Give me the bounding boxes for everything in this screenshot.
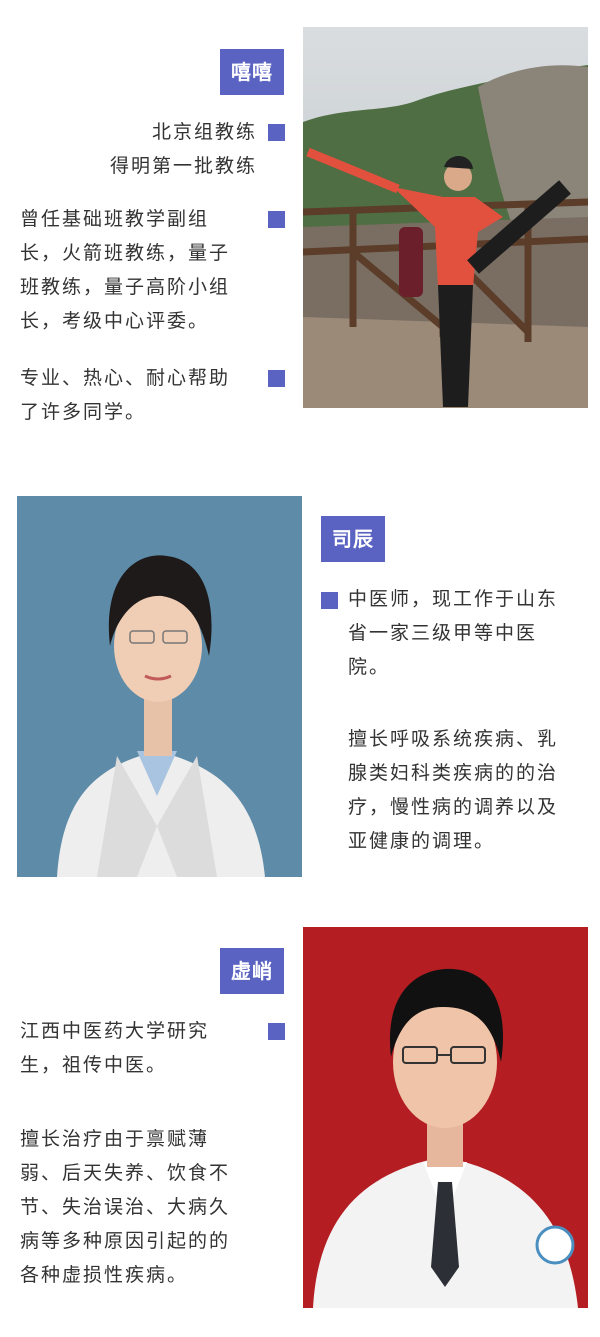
profile-2-paragraph-2: 擅长呼吸系统疾病、乳 腺类妇科类疾病的的治 疗，慢性病的调养以及 亚健康的调理。 bbox=[348, 722, 586, 858]
text-line: 疗，慢性病的调养以及 bbox=[348, 796, 559, 818]
text-line: 专业、热心、耐心帮助 bbox=[20, 367, 231, 389]
text-line: 江西中医药大学研究 bbox=[20, 1020, 210, 1042]
text-line: 擅长治疗由于禀赋薄 bbox=[20, 1128, 210, 1150]
profile-2-paragraph-1: 中医师，现工作于山东 省一家三级甲等中医 院。 bbox=[348, 582, 586, 684]
bullet-square bbox=[321, 592, 338, 609]
text-line: 长，考级中心评委。 bbox=[20, 310, 210, 332]
profile-card-2: 司辰 中医师，现工作于山东 省一家三级甲等中医 院。 擅长呼吸系统疾病、乳 腺类… bbox=[0, 480, 600, 900]
bullet-square bbox=[268, 124, 285, 141]
bullet-square bbox=[268, 1023, 285, 1040]
text-line: 弱、后天失养、饮食不 bbox=[20, 1162, 231, 1184]
text-line: 生，祖传中医。 bbox=[20, 1054, 168, 1076]
text-line: 院。 bbox=[348, 656, 391, 678]
portrait-image bbox=[17, 496, 302, 877]
text-line: 节、失治误治、大病久 bbox=[20, 1196, 231, 1218]
bullet-square bbox=[268, 370, 285, 387]
text-line: 腺类妇科类疾病的的治 bbox=[348, 762, 559, 784]
text-line: 班教练，量子高阶小组 bbox=[20, 276, 231, 298]
portrait-image bbox=[303, 927, 588, 1308]
profile-1-paragraph-2: 曾任基础班教学副组 长，火箭班教练，量子 班教练，量子高阶小组 长，考级中心评委… bbox=[20, 202, 264, 338]
text-line: 曾任基础班教学副组 bbox=[20, 208, 210, 230]
text-line: 长，火箭班教练，量子 bbox=[20, 242, 231, 264]
profile-1-paragraph-3: 专业、热心、耐心帮助 了许多同学。 bbox=[20, 361, 264, 429]
name-tag-2: 司辰 bbox=[321, 516, 385, 562]
profile-3-paragraph-2: 擅长治疗由于禀赋薄 弱、后天失养、饮食不 节、失治误治、大病久 病等多种原因引起… bbox=[20, 1122, 264, 1292]
profile-1-paragraph-1: 北京组教练 得明第一批教练 bbox=[20, 115, 257, 183]
profile-photo-1 bbox=[303, 27, 588, 408]
text-line: 亚健康的调理。 bbox=[348, 830, 496, 852]
text-line: 北京组教练 bbox=[151, 121, 257, 143]
profile-photo-2 bbox=[17, 496, 302, 877]
profile-3-paragraph-1: 江西中医药大学研究 生，祖传中医。 bbox=[20, 1014, 260, 1082]
bullet-square bbox=[268, 211, 285, 228]
text-line: 中医师，现工作于山东 bbox=[348, 588, 559, 610]
text-line: 得明第一批教练 bbox=[109, 155, 257, 177]
mountain-scene-image bbox=[303, 27, 588, 408]
profile-card-3: 虚峭 江西中医药大学研究 生，祖传中医。 擅长治疗由于禀赋薄 弱、后天失养、饮食… bbox=[0, 910, 600, 1337]
text-line: 病等多种原因引起的的 bbox=[20, 1230, 231, 1252]
profile-card-1: 嘻嘻 北京组教练 得明第一批教练 曾任基础班教学副组 长，火箭班教练，量子 班教… bbox=[0, 0, 600, 460]
profile-photo-3 bbox=[303, 927, 588, 1308]
name-tag-1: 嘻嘻 bbox=[220, 49, 284, 95]
text-line: 擅长呼吸系统疾病、乳 bbox=[348, 728, 559, 750]
text-line: 省一家三级甲等中医 bbox=[348, 622, 538, 644]
text-line: 各种虚损性疾病。 bbox=[20, 1264, 189, 1286]
text-line: 了许多同学。 bbox=[20, 401, 147, 423]
name-tag-3: 虚峭 bbox=[220, 948, 284, 994]
